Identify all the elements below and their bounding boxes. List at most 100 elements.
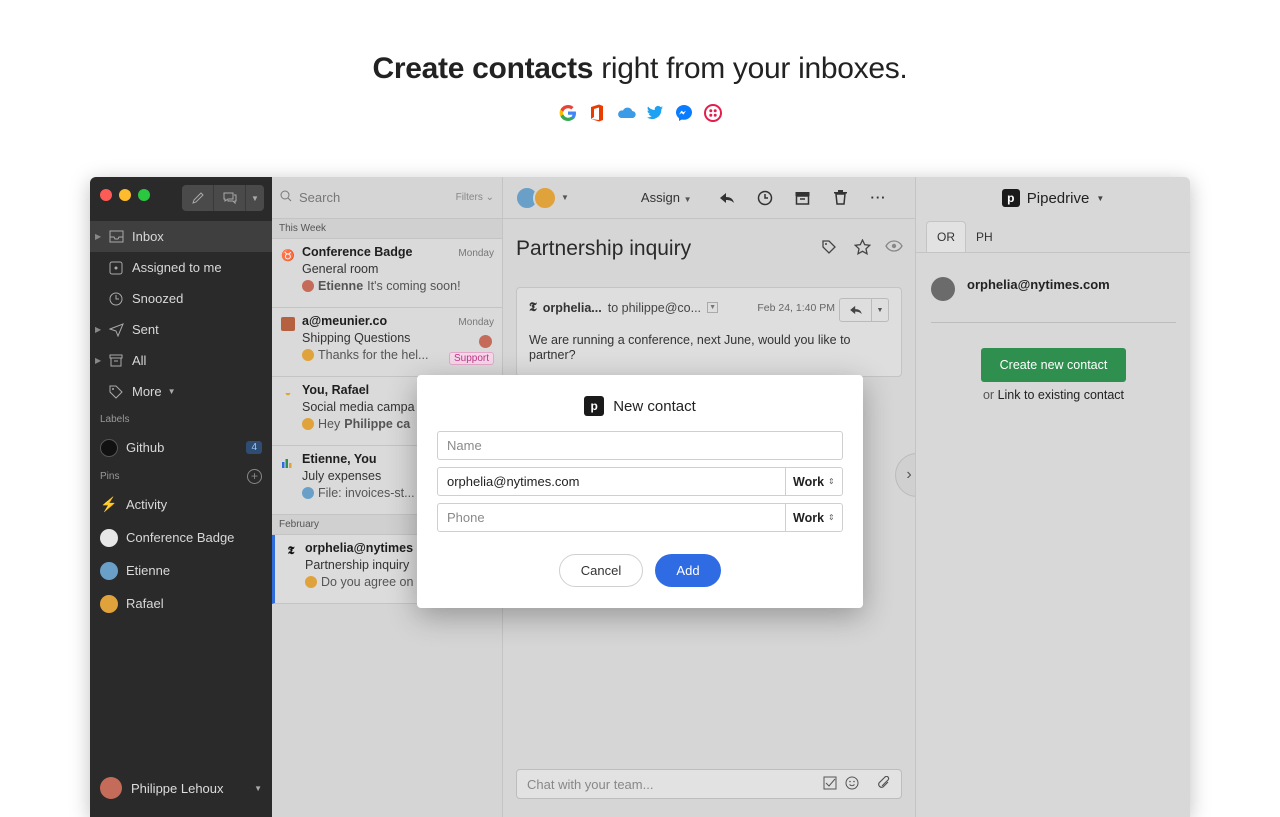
link-prefix: or bbox=[982, 388, 995, 402]
chevron-down-icon[interactable]: ▼ bbox=[872, 299, 888, 321]
sidebar-item-assigned[interactable]: Assigned to me bbox=[90, 252, 272, 283]
message-from: orphelia... bbox=[542, 300, 602, 315]
compose-button[interactable] bbox=[182, 185, 214, 211]
new-contact-dialog: p New contact Name orphelia@nytimes.com … bbox=[417, 375, 863, 608]
avatar bbox=[100, 561, 118, 580]
compose-menu-button[interactable]: ▼ bbox=[246, 185, 264, 211]
pipedrive-header[interactable]: p Pipedrive ▼ bbox=[916, 177, 1190, 219]
close-window-button[interactable] bbox=[100, 189, 112, 201]
sidebar-item-all[interactable]: ▶ All bbox=[90, 345, 272, 376]
eye-icon[interactable] bbox=[885, 239, 903, 260]
compose-group: ▼ bbox=[182, 185, 264, 211]
checkbox-icon[interactable] bbox=[823, 776, 837, 793]
send-icon bbox=[108, 322, 124, 338]
caret-right-icon[interactable]: ▶ bbox=[95, 356, 101, 365]
conversation-subject: General room bbox=[302, 262, 379, 276]
sidebar-item-snoozed[interactable]: Snoozed bbox=[90, 283, 272, 314]
current-user[interactable]: Philippe Lehoux ▼ bbox=[100, 777, 262, 799]
add-button[interactable]: Add bbox=[655, 554, 721, 587]
minimize-window-button[interactable] bbox=[119, 189, 131, 201]
zoom-window-button[interactable] bbox=[138, 189, 150, 201]
inbox-icon bbox=[108, 229, 124, 245]
search-input[interactable]: Search bbox=[299, 190, 340, 205]
conversation-subject: Shipping Questions bbox=[302, 331, 411, 345]
integration-icons bbox=[0, 103, 1280, 123]
pin-item-conference-badge[interactable]: Conference Badge bbox=[90, 521, 272, 554]
name-field[interactable]: Name bbox=[437, 431, 843, 460]
google-icon bbox=[558, 103, 578, 123]
office-icon bbox=[587, 103, 607, 123]
email-type-select[interactable]: Work ⇕ bbox=[785, 468, 842, 495]
email-field[interactable]: orphelia@nytimes.com Work ⇕ bbox=[437, 467, 843, 496]
add-pin-button[interactable]: + bbox=[247, 468, 262, 484]
message-card[interactable]: 𝕿 orphelia... to philippe@co... ▼ Feb 24… bbox=[516, 287, 902, 377]
conversation-date: Monday bbox=[458, 317, 494, 328]
reply-split-button[interactable]: ▼ bbox=[839, 298, 889, 322]
pin-label: Activity bbox=[126, 497, 168, 512]
link-existing-contact[interactable]: Link to existing contact bbox=[998, 388, 1124, 402]
preview-text: Thanks for the hel... bbox=[318, 348, 429, 362]
search-bar[interactable]: Search Filters ⌄ bbox=[272, 177, 502, 219]
star-icon[interactable] bbox=[853, 238, 872, 260]
cancel-button[interactable]: Cancel bbox=[559, 554, 643, 587]
contact-summary: orphelia@nytimes.com bbox=[931, 277, 1110, 301]
new-chat-button[interactable] bbox=[214, 185, 246, 211]
tag-icon[interactable] bbox=[822, 239, 840, 260]
sidebar: ▼ ▶ Inbox Assigned to me Snoozed ▶ Sent bbox=[90, 177, 272, 817]
filters-button[interactable]: Filters ⌄ bbox=[456, 192, 494, 203]
user-name: Philippe Lehoux bbox=[131, 780, 224, 796]
chevron-right-icon: › bbox=[906, 466, 912, 483]
pin-item-etienne[interactable]: Etienne bbox=[90, 554, 272, 587]
reply-icon[interactable] bbox=[718, 189, 736, 207]
phone-field[interactable]: Phone Work ⇕ bbox=[437, 503, 843, 532]
archive-icon[interactable] bbox=[794, 189, 812, 207]
pin-item-activity[interactable]: ⚡ Activity bbox=[90, 488, 272, 521]
caret-right-icon[interactable]: ▶ bbox=[95, 325, 101, 334]
emoji-icon[interactable] bbox=[845, 776, 859, 793]
conversation-title: Partnership inquiry bbox=[516, 237, 692, 260]
attachment-icon[interactable] bbox=[877, 775, 891, 793]
email-value: orphelia@nytimes.com bbox=[447, 474, 580, 489]
snooze-clock-icon[interactable] bbox=[756, 189, 774, 207]
create-new-contact-button[interactable]: Create new contact bbox=[981, 348, 1126, 382]
hero-title: Create contacts right from your inboxes. bbox=[0, 52, 1280, 86]
clock-icon bbox=[108, 291, 124, 307]
pencil-icon bbox=[191, 192, 204, 204]
sidebar-item-sent[interactable]: ▶ Sent bbox=[90, 314, 272, 345]
phone-type-select[interactable]: Work ⇕ bbox=[785, 504, 842, 531]
message-to: to philippe@co... bbox=[607, 300, 702, 315]
trash-icon[interactable] bbox=[832, 189, 850, 207]
messenger-icon bbox=[674, 103, 694, 123]
sidebar-nav: ▶ Inbox Assigned to me Snoozed ▶ Sent ▶ … bbox=[90, 221, 272, 620]
label-item-github[interactable]: Github 4 bbox=[90, 431, 272, 464]
conversation-item[interactable]: a@meunier.co Monday Shipping Questions T… bbox=[272, 308, 502, 377]
team-chat-input[interactable]: Chat with your team... bbox=[516, 769, 902, 799]
chevron-down-icon: ▼ bbox=[251, 193, 259, 203]
hero-title-rest: right from your inboxes. bbox=[601, 52, 908, 85]
participants[interactable]: ▼ bbox=[515, 185, 569, 210]
reply-icon[interactable] bbox=[840, 299, 872, 321]
conversation-sender: a@meunier.co bbox=[302, 314, 388, 328]
pipedrive-panel: p Pipedrive ▼ OR PH orphelia@nytimes.com… bbox=[915, 177, 1190, 817]
caret-right-icon[interactable]: ▶ bbox=[95, 232, 101, 241]
badge-avatar bbox=[100, 528, 118, 547]
tab-or[interactable]: OR bbox=[926, 221, 966, 252]
more-options-icon[interactable]: ··· bbox=[870, 189, 888, 207]
assigned-icon bbox=[108, 260, 124, 276]
sidebar-item-inbox[interactable]: ▶ Inbox bbox=[90, 221, 272, 252]
avatar bbox=[533, 185, 557, 210]
expand-recipients-icon[interactable]: ▼ bbox=[707, 302, 719, 313]
assign-button[interactable]: Assign ▼ bbox=[641, 190, 692, 205]
pin-item-rafael[interactable]: Rafael bbox=[90, 587, 272, 620]
sidebar-item-more[interactable]: More ▼ bbox=[90, 376, 272, 407]
conversation-sender: orphelia@nytimes bbox=[305, 541, 414, 555]
pins-header: Pins + bbox=[90, 464, 272, 488]
avatar bbox=[305, 576, 317, 588]
tab-ph[interactable]: PH bbox=[966, 222, 1003, 252]
conversation-item[interactable]: ♉ Conference Badge Monday General room E… bbox=[272, 239, 502, 308]
preview-text: Philippe ca bbox=[344, 417, 411, 431]
label-name: Github bbox=[126, 440, 165, 455]
message-header: 𝕿 orphelia... to philippe@co... ▼ Feb 24… bbox=[529, 300, 889, 315]
pipedrive-logo-icon: p bbox=[1001, 189, 1020, 207]
preview-author: Hey bbox=[318, 417, 341, 431]
